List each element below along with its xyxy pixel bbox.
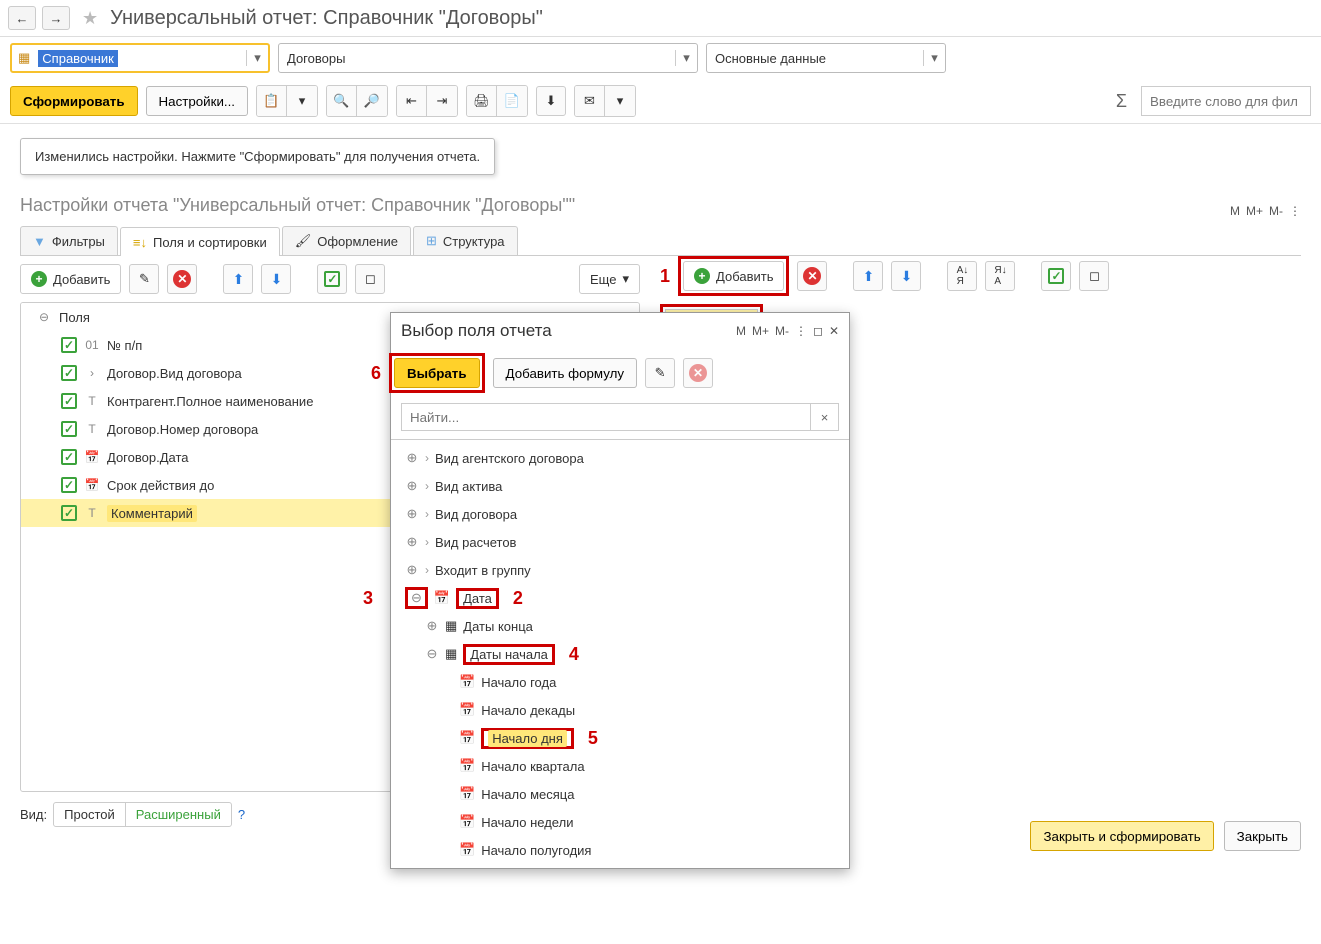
settings-button[interactable]: Настройки... bbox=[146, 86, 248, 116]
tree-item-data[interactable]: 3 ⊖ 📅 Дата 2 bbox=[391, 584, 849, 612]
annotation-1: 1 bbox=[660, 266, 670, 287]
tab-filters[interactable]: ▼Фильтры bbox=[20, 226, 118, 255]
tree-item[interactable]: ⊕›Вид актива bbox=[391, 472, 849, 500]
view-advanced-button[interactable]: Расширенный bbox=[125, 803, 231, 826]
tree-item[interactable]: ⊕›Вид расчетов bbox=[391, 528, 849, 556]
close-button[interactable]: Закрыть bbox=[1224, 821, 1301, 851]
sort-desc-icon[interactable]: Я↓А bbox=[985, 261, 1015, 291]
more-icon[interactable]: ⋮ bbox=[1289, 204, 1301, 218]
annotation-6: 6 bbox=[371, 363, 381, 384]
popup-search-input[interactable] bbox=[401, 403, 811, 431]
edit-icon[interactable]: ✎ bbox=[129, 264, 159, 294]
dropdown-icon[interactable]: ▾ bbox=[605, 86, 635, 116]
chevron-down-icon[interactable]: ▾ bbox=[675, 50, 697, 66]
save-icon[interactable]: ⬇ bbox=[536, 86, 566, 116]
close-and-form-button[interactable]: Закрыть и сформировать bbox=[1030, 821, 1213, 851]
delete-button[interactable]: ✕ bbox=[167, 264, 197, 294]
favorite-icon[interactable]: ★ bbox=[82, 8, 98, 29]
tree-item[interactable]: 📅Начало месяца bbox=[391, 780, 849, 808]
nav-back-button[interactable]: ← bbox=[8, 6, 36, 30]
popup-delete-button[interactable]: ✕ bbox=[683, 358, 713, 388]
sort-up-button[interactable]: ⬆ bbox=[853, 261, 883, 291]
search-next-icon[interactable]: 🔎 bbox=[357, 86, 387, 116]
popup-close-icon[interactable]: ✕ bbox=[829, 324, 839, 338]
sort-delete-button[interactable]: ✕ bbox=[797, 261, 827, 291]
popup-edit-icon[interactable]: ✎ bbox=[645, 358, 675, 388]
mem-m[interactable]: M bbox=[1230, 204, 1240, 218]
data-combo[interactable]: Основные данные ▾ bbox=[706, 43, 946, 73]
popup-more-icon[interactable]: ⋮ bbox=[795, 324, 807, 338]
fields-tree-header: Поля bbox=[59, 310, 90, 325]
tree-item[interactable]: 📅Начало года bbox=[391, 668, 849, 696]
sort-check-all[interactable]: ✓ bbox=[1041, 261, 1071, 291]
tree-item[interactable]: 📅Начало недели bbox=[391, 808, 849, 836]
page-title: Универсальный отчет: Справочник "Договор… bbox=[110, 7, 543, 30]
type-combo[interactable]: ▦ Справочник ▾ bbox=[10, 43, 270, 73]
more-button[interactable]: Еще ▾ bbox=[579, 264, 640, 294]
expand-icon[interactable]: ⇥ bbox=[427, 86, 457, 116]
tree-item-start-dates[interactable]: ⊖▦ Даты начала 4 bbox=[391, 640, 849, 668]
tree-item-start-day[interactable]: 📅 Начало дня 5 bbox=[391, 724, 849, 752]
view-simple-button[interactable]: Простой bbox=[54, 803, 125, 826]
email-icon[interactable]: ✉ bbox=[575, 86, 605, 116]
popup-choose-button[interactable]: Выбрать bbox=[394, 358, 480, 388]
mem-mp[interactable]: M+ bbox=[1246, 204, 1263, 218]
tree-item[interactable]: ⊕›Входит в группу bbox=[391, 556, 849, 584]
popup-mem-mm[interactable]: M- bbox=[775, 324, 789, 338]
collapse-icon[interactable]: ⇤ bbox=[397, 86, 427, 116]
tab-design[interactable]: 🖌Оформление bbox=[282, 226, 411, 255]
sigma-icon[interactable]: Σ bbox=[1116, 91, 1127, 112]
sort-uncheck-all[interactable]: ◻ bbox=[1079, 261, 1109, 291]
fields-add-button[interactable]: +Добавить bbox=[20, 264, 121, 294]
annotation-2: 2 bbox=[513, 588, 523, 609]
popup-maximize-icon[interactable]: ◻ bbox=[813, 324, 823, 338]
popup-search-clear[interactable]: × bbox=[811, 403, 839, 431]
sort-asc-icon[interactable]: А↓Я bbox=[947, 261, 977, 291]
nav-forward-button[interactable]: → bbox=[42, 6, 70, 30]
move-up-button[interactable]: ⬆ bbox=[223, 264, 253, 294]
search-input[interactable] bbox=[1141, 86, 1311, 116]
form-button[interactable]: Сформировать bbox=[10, 86, 138, 116]
dropdown-icon[interactable]: ▾ bbox=[287, 86, 317, 116]
data-combo-value: Основные данные bbox=[707, 51, 923, 66]
tab-structure[interactable]: ⊞Структура bbox=[413, 226, 518, 255]
notice-banner: Изменились настройки. Нажмите "Сформиров… bbox=[20, 138, 495, 175]
check-all-button[interactable]: ✓ bbox=[317, 264, 347, 294]
popup-tree: ⊕›Вид агентского договора ⊕›Вид актива ⊕… bbox=[391, 439, 849, 868]
popup-add-formula-button[interactable]: Добавить формулу bbox=[493, 358, 638, 388]
popup-mem-mp[interactable]: M+ bbox=[752, 324, 769, 338]
sort-down-button[interactable]: ⬇ bbox=[891, 261, 921, 291]
paste-icon[interactable]: 📋 bbox=[257, 86, 287, 116]
tree-item[interactable]: 📅Начало декады bbox=[391, 696, 849, 724]
view-label: Вид: bbox=[20, 807, 47, 822]
chevron-down-icon[interactable]: ▾ bbox=[923, 50, 945, 66]
field-picker-popup: Выбор поля отчета M M+ M- ⋮ ◻ ✕ 6 Выбрат… bbox=[390, 312, 850, 869]
tree-item[interactable]: ⊕›Вид агентского договора bbox=[391, 444, 849, 472]
tree-item[interactable]: ⊕▦Даты конца bbox=[391, 612, 849, 640]
help-link[interactable]: ? bbox=[238, 807, 245, 822]
annotation-4: 4 bbox=[569, 644, 579, 665]
tree-item[interactable]: ⊕›Вид договора bbox=[391, 500, 849, 528]
section-title: Настройки отчета "Универсальный отчет: С… bbox=[20, 195, 575, 216]
annotation-5: 5 bbox=[588, 728, 598, 749]
move-down-button[interactable]: ⬇ bbox=[261, 264, 291, 294]
sort-add-button[interactable]: +Добавить bbox=[683, 261, 784, 291]
type-combo-value: Справочник bbox=[38, 50, 118, 67]
object-combo[interactable]: Договоры ▾ bbox=[278, 43, 698, 73]
tree-item[interactable]: 📅Начало полугодия bbox=[391, 836, 849, 864]
tab-fields[interactable]: ≡↓Поля и сортировки bbox=[120, 227, 280, 256]
search-icon[interactable]: 🔍 bbox=[327, 86, 357, 116]
mem-mm[interactable]: M- bbox=[1269, 204, 1283, 218]
print-icon[interactable]: 🖨 bbox=[467, 86, 497, 116]
chevron-down-icon[interactable]: ▾ bbox=[246, 50, 268, 66]
popup-mem-m[interactable]: M bbox=[736, 324, 746, 338]
uncheck-all-button[interactable]: ◻ bbox=[355, 264, 385, 294]
object-combo-value: Договоры bbox=[279, 51, 675, 66]
tree-item[interactable]: 📅Начало квартала bbox=[391, 752, 849, 780]
preview-icon[interactable]: 📄 bbox=[497, 86, 527, 116]
popup-title: Выбор поля отчета bbox=[401, 321, 736, 341]
